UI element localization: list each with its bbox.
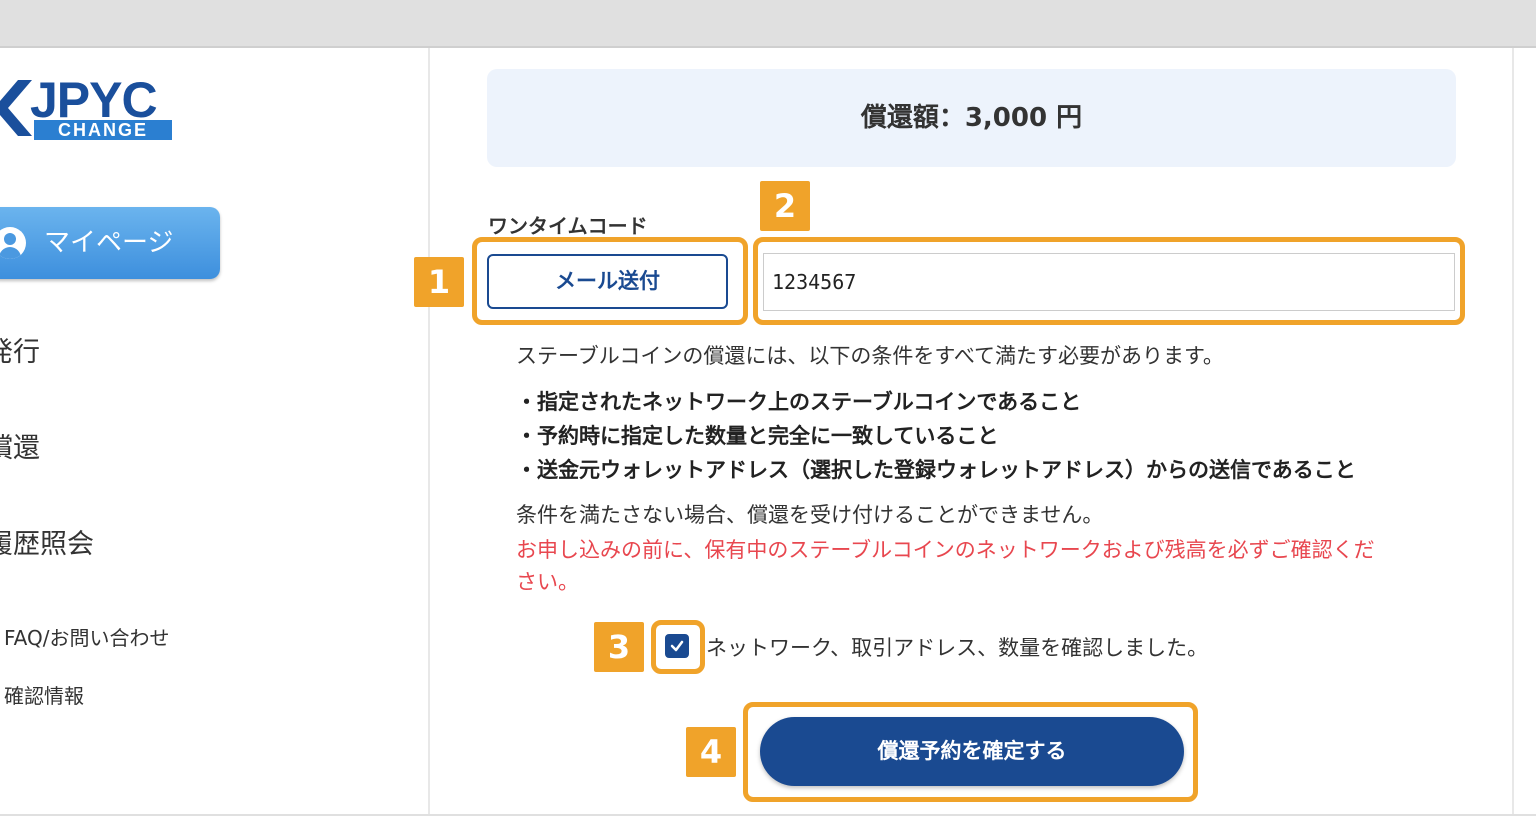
- step-badge-4: 4: [686, 727, 736, 777]
- condition-amount: ・予約時に指定した数量と完全に一致していること: [516, 424, 999, 448]
- confirm-checkbox[interactable]: [665, 634, 689, 658]
- sidebar-item-issue[interactable]: 発行: [0, 330, 40, 369]
- condition-wallet: ・送金元ウォレットアドレス（選択した登録ウォレットアドレス）からの送信であること: [516, 458, 1356, 482]
- confirm-checkbox-label[interactable]: ネットワーク、取引アドレス、数量を確認しました。: [706, 634, 1208, 662]
- sidebar-item-redeem[interactable]: 償還: [0, 426, 40, 465]
- conditions-note: 条件を満たさない場合、償還を受け付けることができません。: [516, 503, 1104, 527]
- redemption-amount: 償還額：3,000 円: [860, 103, 1083, 133]
- logo-sub-text: CHANGE: [34, 120, 172, 140]
- warning-text-line1: お申し込みの前に、保有中のステーブルコインのネットワークおよび残高を必ずご確認く…: [516, 538, 1375, 562]
- mypage-button[interactable]: マイページ: [0, 207, 220, 279]
- step-badge-1: 1: [414, 257, 464, 307]
- checkmark-icon: [670, 640, 684, 652]
- warning-text-line2: さい。: [516, 570, 579, 594]
- step-badge-3: 3: [594, 622, 644, 672]
- browser-top-bar: [0, 0, 1536, 48]
- confirm-redemption-button[interactable]: 償還予約を確定する: [760, 717, 1184, 786]
- step-badge-2: 2: [760, 181, 810, 231]
- condition-network: ・指定されたネットワーク上のステーブルコインであること: [516, 390, 1082, 414]
- jpyc-change-logo[interactable]: JPYC CHANGE: [0, 72, 175, 142]
- mypage-label: マイページ: [44, 228, 174, 258]
- conditions-intro: ステーブルコインの償還には、以下の条件をすべて満たす必要があります。: [516, 344, 1224, 368]
- redemption-amount-panel: 償還額：3,000 円: [487, 69, 1456, 167]
- sidebar-item-confirmation-info[interactable]: 確認情報: [4, 680, 84, 709]
- content-right-border: [1512, 48, 1514, 816]
- otp-input[interactable]: [763, 253, 1455, 311]
- send-mail-button[interactable]: メール送付: [487, 254, 728, 309]
- sidebar-item-faq[interactable]: FAQ/お問い合わせ: [4, 622, 169, 651]
- sidebar-divider: [428, 48, 430, 816]
- user-icon: [0, 227, 26, 259]
- sidebar-item-history[interactable]: 履歴照会: [0, 522, 94, 561]
- otp-label: ワンタイムコード: [488, 214, 648, 238]
- logo-chevron-icon: [0, 80, 32, 136]
